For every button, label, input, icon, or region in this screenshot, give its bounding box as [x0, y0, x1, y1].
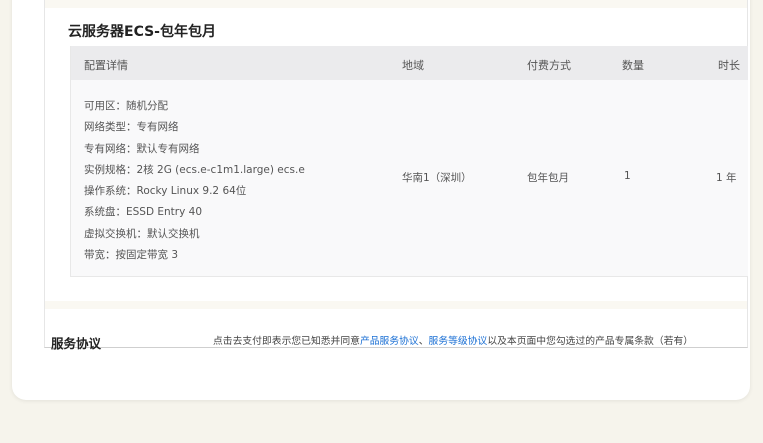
agreement-text: 点击去支付即表示您已知悉并同意产品服务协议、服务等级协议以及本页面中您勾选过的产…	[213, 333, 693, 347]
config-table: 配置详情 地域 付费方式 数量 时长 可用区：随机分配 网络类型：专有网络 专有…	[70, 46, 748, 277]
spec-zone: 可用区：随机分配	[84, 100, 168, 112]
spec-bandwidth: 带宽：按固定带宽 3	[84, 249, 179, 262]
spec-instance-type: 实例规格：2核 2G (ecs.e-c1m1.large) ecs.e	[84, 163, 305, 176]
agreement-separator: 、	[418, 336, 429, 347]
header-region: 地域	[402, 59, 424, 72]
table-row: 可用区：随机分配 网络类型：专有网络 专有网络：默认专有网络 实例规格：2核 2…	[71, 80, 748, 276]
spec-vswitch: 虚拟交换机：默认交换机	[84, 227, 200, 240]
agreement-prefix: 点击去支付即表示您已知悉并同意	[213, 336, 360, 347]
header-config: 配置详情	[84, 59, 128, 72]
header-quantity: 数量	[622, 59, 644, 72]
agreement-suffix: 以及本页面中您勾选过的产品专属条款（若有）	[487, 336, 694, 347]
product-service-agreement-link[interactable]: 产品服务协议	[360, 336, 419, 347]
quantity-value: 1	[624, 170, 631, 182]
product-section: 云服务器ECS-包年包月 配置详情 地域 付费方式 数量 时长 可用区：随机分配…	[45, 8, 748, 301]
order-card: 云服务器ECS-包年包月 配置详情 地域 付费方式 数量 时长 可用区：随机分配…	[12, 0, 750, 400]
table-header: 配置详情 地域 付费方式 数量 时长	[71, 46, 748, 80]
spec-os: 操作系统：Rocky Linux 9.2 64位	[84, 185, 247, 198]
spec-network-type: 网络类型：专有网络	[84, 121, 179, 134]
payment-value: 包年包月	[527, 172, 569, 184]
header-duration: 时长	[718, 59, 740, 72]
region-value: 华南1（深圳）	[402, 172, 472, 184]
sla-agreement-link[interactable]: 服务等级协议	[429, 336, 488, 347]
spec-vpc: 专有网络：默认专有网络	[84, 142, 200, 155]
product-title: 云服务器ECS-包年包月	[68, 24, 216, 40]
agreement-title: 服务协议	[51, 336, 102, 351]
agreement-section: 服务协议 点击去支付即表示您已知悉并同意产品服务协议、服务等级协议以及本页面中您…	[45, 309, 747, 351]
spec-list: 可用区：随机分配 网络类型：专有网络 专有网络：默认专有网络 实例规格：2核 2…	[84, 96, 305, 266]
duration-value: 1 年	[716, 172, 737, 184]
header-payment: 付费方式	[527, 59, 571, 72]
spec-system-disk: 系统盘：ESSD Entry 40	[84, 206, 203, 219]
order-content: 云服务器ECS-包年包月 配置详情 地域 付费方式 数量 时长 可用区：随机分配…	[44, 0, 748, 351]
